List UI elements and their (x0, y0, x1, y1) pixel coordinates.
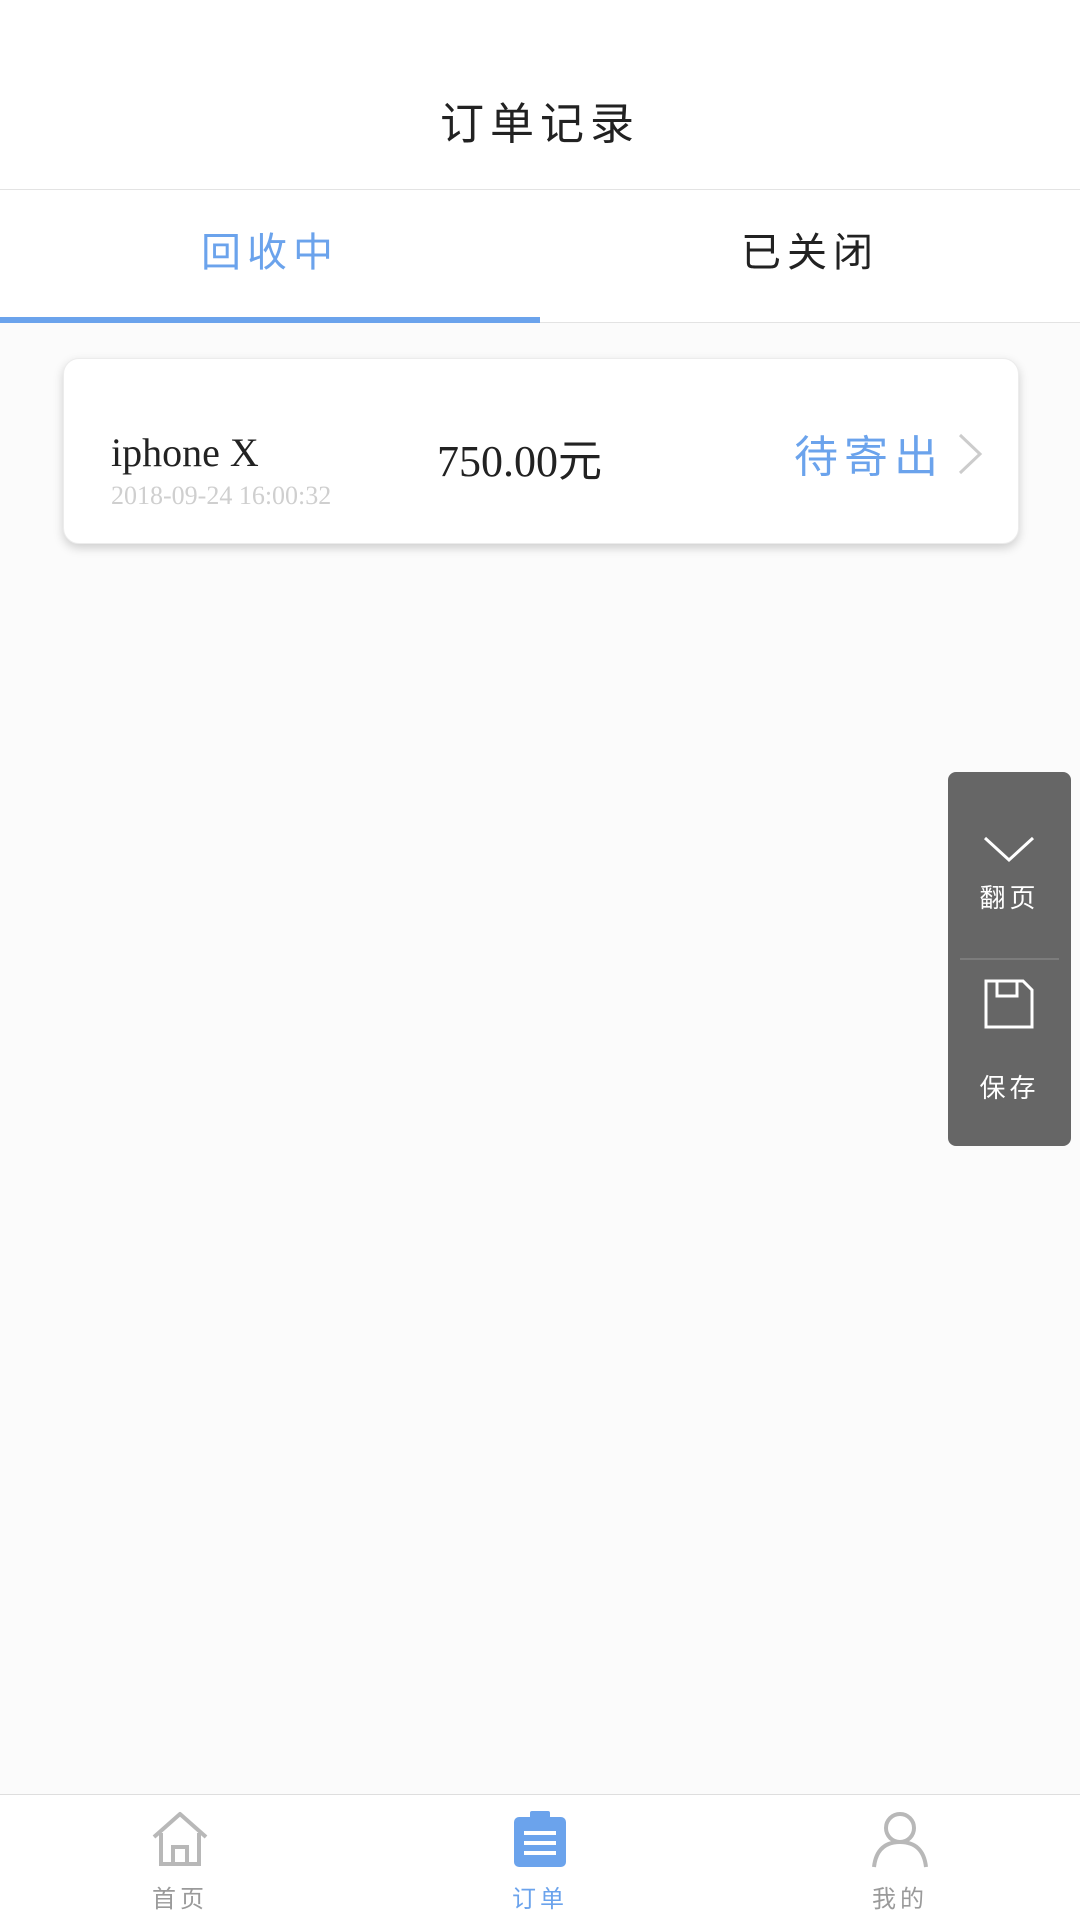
nav-label-home: 首页 (152, 1885, 208, 1913)
floating-panel: 翻页 保存 (948, 772, 1071, 1146)
chevron-right-icon (958, 433, 983, 475)
nav-label-mine: 我的 (872, 1885, 928, 1913)
page-turn-button[interactable]: 翻页 (948, 772, 1071, 958)
save-label: 保存 (979, 1074, 1040, 1104)
tab-bar: 回收中 已关闭 (0, 190, 1080, 323)
order-date: 2018-09-24 16:00:32 (111, 481, 332, 510)
tab-closed[interactable]: 已关闭 (540, 190, 1080, 322)
order-price: 750.00元 (437, 437, 602, 486)
page: 订单记录 回收中 已关闭 iphone X 2018-09-24 16:00:3… (0, 0, 1080, 1920)
order-product-name: iphone X (111, 430, 259, 475)
nav-item-orders[interactable]: 订单 (360, 1795, 720, 1920)
active-tab-indicator (0, 317, 540, 323)
header: 订单记录 (0, 0, 1080, 190)
nav-label-orders: 订单 (512, 1885, 568, 1913)
nav-item-mine[interactable]: 我的 (720, 1795, 1080, 1920)
save-icon (984, 979, 1034, 1029)
page-turn-label: 翻页 (979, 884, 1040, 914)
chevron-down-icon (983, 836, 1035, 863)
order-card[interactable]: iphone X 2018-09-24 16:00:32 750.00元 待寄出 (63, 358, 1019, 544)
bottom-nav: 首页 订单 我的 (0, 1794, 1080, 1920)
nav-item-home[interactable]: 首页 (0, 1795, 360, 1920)
clipboard-icon (514, 1811, 566, 1867)
user-icon (872, 1812, 928, 1868)
order-status: 待寄出 (794, 432, 944, 483)
tab-recycling[interactable]: 回收中 (0, 190, 540, 322)
page-title: 订单记录 (440, 99, 640, 150)
home-icon (152, 1812, 208, 1866)
save-button[interactable]: 保存 (948, 960, 1071, 1146)
